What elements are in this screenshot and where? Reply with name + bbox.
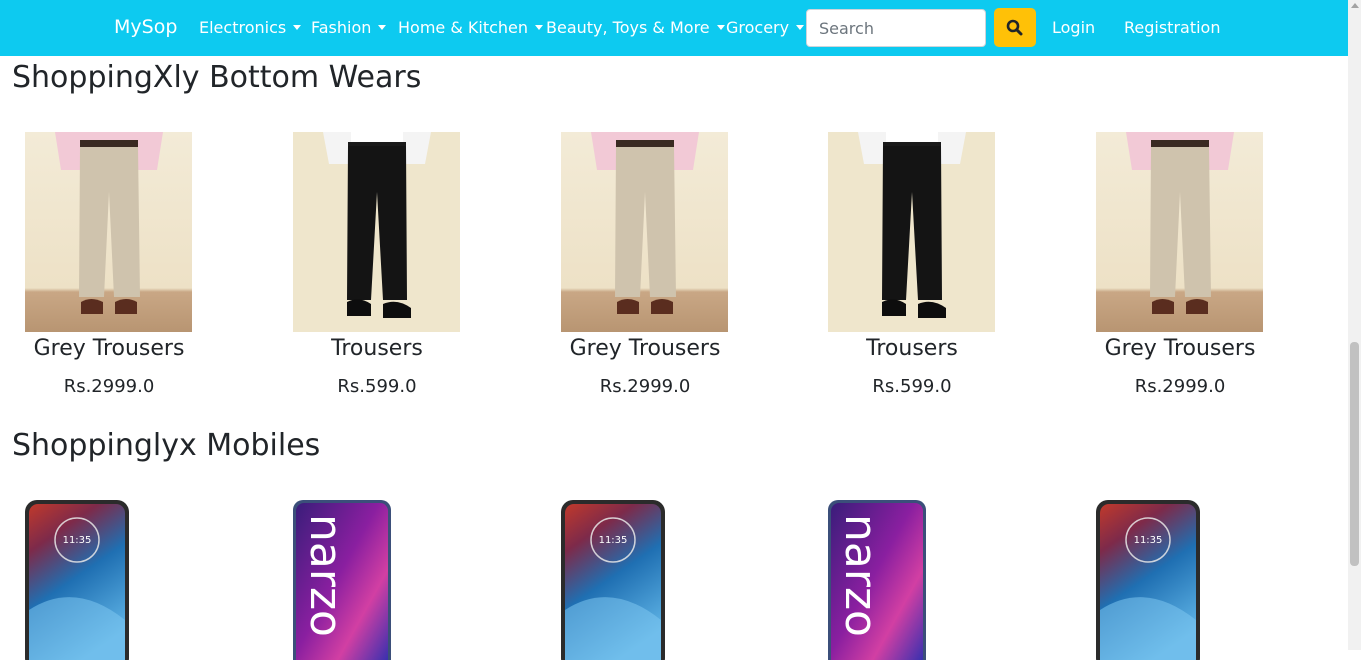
product-image-trousers[interactable]	[828, 132, 995, 332]
search-input[interactable]	[806, 9, 986, 47]
product-price: Rs.2999.0	[63, 376, 155, 397]
product-card[interactable]: Grey Trousers Rs.2999.0	[561, 132, 729, 397]
search-icon	[1006, 19, 1023, 36]
nav-label: Home & Kitchen	[398, 18, 529, 37]
search-button[interactable]	[994, 8, 1036, 47]
product-image-moto-phone[interactable]: 11:35	[25, 500, 145, 660]
product-price: Rs.599.0	[337, 376, 417, 397]
nav-label: Electronics	[199, 18, 287, 37]
phone-screen-text: narzo	[300, 514, 351, 637]
phone-clock: 11:35	[1134, 535, 1163, 546]
product-image-grey-trousers[interactable]	[561, 132, 728, 332]
caret-down-icon	[293, 25, 302, 30]
page-scrollbar[interactable]	[1348, 0, 1361, 650]
caret-down-icon	[378, 25, 387, 30]
navbar: MySop Electronics Fashion Home & Kitchen…	[0, 0, 1348, 56]
product-image-moto-phone[interactable]: 11:35	[1096, 500, 1216, 660]
caret-down-icon	[716, 25, 725, 30]
product-image-narzo-phone[interactable]: narzo	[293, 500, 413, 660]
product-image-trousers[interactable]	[293, 132, 460, 332]
nav-label: Grocery	[726, 18, 790, 37]
product-card[interactable]: Grey Trousers Rs.2999.0	[25, 132, 193, 397]
product-image-narzo-phone[interactable]: narzo	[828, 500, 948, 660]
product-image-moto-phone[interactable]: 11:35	[561, 500, 681, 660]
nav-home-kitchen-dropdown[interactable]: Home & Kitchen	[398, 18, 544, 37]
product-price: Rs.2999.0	[599, 376, 691, 397]
product-name[interactable]: Grey Trousers	[1066, 336, 1294, 361]
product-name[interactable]: Trousers	[798, 336, 1026, 361]
nav-grocery-dropdown[interactable]: Grocery	[726, 18, 805, 37]
product-name[interactable]: Grey Trousers	[531, 336, 759, 361]
product-card[interactable]: Trousers Rs.599.0	[293, 132, 461, 397]
product-price: Rs.599.0	[872, 376, 952, 397]
product-name[interactable]: Grey Trousers	[0, 336, 223, 361]
section-title-bottom-wears: ShoppingXly Bottom Wears	[12, 60, 422, 95]
scroll-up-arrow-icon[interactable]	[1351, 3, 1359, 8]
nav-fashion-dropdown[interactable]: Fashion	[311, 18, 387, 37]
brand-logo[interactable]: MySop	[114, 16, 177, 38]
product-card[interactable]: Grey Trousers Rs.2999.0	[1096, 132, 1264, 397]
nav-electronics-dropdown[interactable]: Electronics	[199, 18, 302, 37]
product-price: Rs.2999.0	[1134, 376, 1226, 397]
phone-clock: 11:35	[599, 535, 628, 546]
nav-beauty-toys-dropdown[interactable]: Beauty, Toys & More	[546, 18, 725, 37]
scroll-thumb[interactable]	[1350, 342, 1359, 566]
login-link[interactable]: Login	[1052, 18, 1095, 37]
section-title-mobiles: Shoppinglyx Mobiles	[12, 428, 321, 463]
product-name[interactable]: Trousers	[263, 336, 491, 361]
product-card[interactable]: Trousers Rs.599.0	[828, 132, 996, 397]
nav-label: Beauty, Toys & More	[546, 18, 710, 37]
product-image-grey-trousers[interactable]	[25, 132, 192, 332]
phone-screen-text: narzo	[835, 514, 886, 637]
caret-down-icon	[796, 25, 805, 30]
caret-down-icon	[535, 25, 544, 30]
product-image-grey-trousers[interactable]	[1096, 132, 1263, 332]
phone-clock: 11:35	[63, 535, 92, 546]
registration-link[interactable]: Registration	[1124, 18, 1220, 37]
nav-label: Fashion	[311, 18, 372, 37]
